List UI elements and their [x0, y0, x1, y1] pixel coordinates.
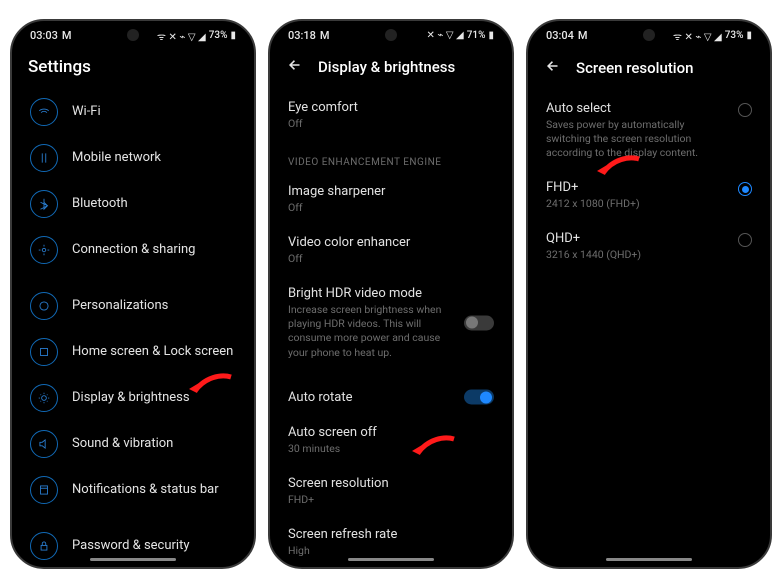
row-auto-select[interactable]: Auto select Saves power by automatically…: [528, 91, 770, 171]
item-label: Personalizations: [72, 298, 168, 313]
settings-item-personal[interactable]: Personalizations: [12, 283, 254, 329]
brightness-icon: [30, 384, 58, 412]
display-list[interactable]: Eye comfort Off VIDEO ENHANCEMENT ENGINE…: [270, 90, 512, 567]
row-screen-resolution[interactable]: Screen resolution FHD+: [270, 466, 512, 517]
settings-item-home[interactable]: Home screen & Lock screen: [12, 329, 254, 375]
toggle-rotate[interactable]: [464, 390, 494, 405]
item-label: Password & security: [72, 538, 190, 553]
row-sub: Increase screen brightness when playing …: [288, 303, 463, 360]
camera-notch: [643, 29, 655, 41]
radio-auto[interactable]: [738, 103, 752, 117]
settings-item-wifi[interactable]: Wi-Fi: [12, 89, 254, 135]
page-title: Settings: [28, 57, 91, 77]
battery-icon: ▮: [488, 30, 494, 41]
row-video-color[interactable]: Video color enhancer Off: [270, 225, 512, 276]
row-hdr-video[interactable]: Bright HDR video mode Increase screen br…: [270, 276, 512, 370]
item-label: Wi-Fi: [72, 104, 101, 119]
row-label: Screen refresh rate: [288, 527, 494, 542]
battery-pct: 73%: [209, 30, 228, 41]
row-qhd[interactable]: QHD+ 3216 x 1440 (QHD+): [528, 221, 770, 272]
row-auto-screen-off[interactable]: Auto screen off 30 minutes: [270, 415, 512, 466]
status-time: 03:18: [288, 29, 316, 42]
settings-item-connection[interactable]: Connection & sharing: [12, 227, 254, 273]
settings-list[interactable]: Wi-Fi Mobile network Bluetooth Connectio…: [12, 89, 254, 567]
gmail-icon: M: [578, 29, 588, 42]
phone-2-display: 03:18 M ✕ ⌁ ▽ ◢ 71% ▮ Display & brightne…: [268, 19, 514, 569]
icons-cluster: ᯤ ✕ ⌁ ▽ ◢: [673, 29, 722, 43]
settings-item-mobile[interactable]: Mobile network: [12, 135, 254, 181]
status-time: 03:03: [30, 29, 58, 42]
toggle-hdr[interactable]: [464, 315, 494, 330]
row-label: Auto select: [546, 101, 752, 116]
row-sub: Off: [288, 201, 463, 215]
share-icon: [30, 236, 58, 264]
item-label: Mobile network: [72, 150, 161, 165]
settings-item-sound[interactable]: Sound & vibration: [12, 421, 254, 467]
row-eye-comfort[interactable]: Eye comfort Off: [270, 90, 512, 141]
settings-item-notif[interactable]: Notifications & status bar: [12, 467, 254, 513]
page-header: Screen resolution: [528, 47, 770, 91]
phone-3-resolution: 03:04 M ᯤ ✕ ⌁ ▽ ◢ 73% ▮ Screen resolutio…: [526, 19, 772, 569]
item-label: Connection & sharing: [72, 242, 195, 257]
row-sub: 3216 x 1440 (QHD+): [546, 248, 721, 262]
settings-item-display[interactable]: Display & brightness: [12, 375, 254, 421]
palette-icon: [30, 292, 58, 320]
notification-icon: [30, 476, 58, 504]
home-icon: [30, 338, 58, 366]
item-label: Home screen & Lock screen: [72, 344, 233, 359]
row-label: QHD+: [546, 231, 752, 246]
gesture-bar[interactable]: [606, 558, 692, 561]
icons-cluster: ᯤ ✕ ⌁ ▽ ◢: [157, 29, 206, 43]
row-label: Image sharpener: [288, 184, 494, 199]
row-image-sharpener[interactable]: Image sharpener Off: [270, 174, 512, 225]
page-header: Settings: [12, 47, 254, 89]
gmail-icon: M: [62, 29, 72, 42]
row-label: Auto screen off: [288, 425, 494, 440]
battery-icon: ▮: [746, 30, 752, 41]
page-title: Screen resolution: [576, 59, 694, 77]
page-header: Display & brightness: [270, 46, 512, 90]
row-label: Bright HDR video mode: [288, 286, 494, 301]
radio-fhd[interactable]: [738, 182, 752, 196]
gesture-bar[interactable]: [348, 558, 434, 561]
row-label: Screen resolution: [288, 476, 494, 491]
row-sub: 30 minutes: [288, 442, 463, 456]
camera-notch: [385, 29, 397, 41]
page-title: Display & brightness: [318, 58, 455, 76]
resolution-list[interactable]: Auto select Saves power by automatically…: [528, 91, 770, 567]
battery-pct: 71%: [467, 30, 486, 41]
bluetooth-icon: [30, 190, 58, 218]
row-sub: Saves power by automatically switching t…: [546, 118, 721, 161]
item-label: Notifications & status bar: [72, 482, 219, 497]
row-auto-rotate[interactable]: Auto rotate: [270, 380, 512, 415]
row-label: Video color enhancer: [288, 235, 494, 250]
phone-1-settings: 03:03 M ᯤ ✕ ⌁ ▽ ◢ 73% ▮ Settings Wi-Fi M…: [10, 19, 256, 569]
row-label: Eye comfort: [288, 100, 494, 115]
icons-cluster: ✕ ⌁ ▽ ◢: [427, 30, 464, 41]
sim-icon: [30, 144, 58, 172]
battery-pct: 73%: [725, 30, 744, 41]
sound-icon: [30, 430, 58, 458]
row-label: FHD+: [546, 180, 752, 195]
status-time: 03:04: [546, 29, 574, 42]
row-sub: Off: [288, 117, 463, 131]
row-sub: FHD+: [288, 493, 463, 507]
lock-icon: [30, 532, 58, 560]
back-button[interactable]: [544, 57, 562, 79]
item-label: Bluetooth: [72, 196, 128, 211]
section-header: VIDEO ENHANCEMENT ENGINE: [270, 141, 512, 174]
back-button[interactable]: [286, 56, 304, 78]
row-sub: High: [288, 544, 463, 558]
camera-notch: [127, 29, 139, 41]
wifi-icon: [30, 98, 58, 126]
gesture-bar[interactable]: [90, 558, 176, 561]
item-label: Display & brightness: [72, 390, 190, 405]
battery-icon: ▮: [230, 30, 236, 41]
row-fhd[interactable]: FHD+ 2412 x 1080 (FHD+): [528, 170, 770, 221]
row-sub: 2412 x 1080 (FHD+): [546, 197, 721, 211]
settings-item-bluetooth[interactable]: Bluetooth: [12, 181, 254, 227]
item-label: Sound & vibration: [72, 436, 173, 451]
gmail-icon: M: [320, 29, 330, 42]
row-sub: Off: [288, 252, 463, 266]
